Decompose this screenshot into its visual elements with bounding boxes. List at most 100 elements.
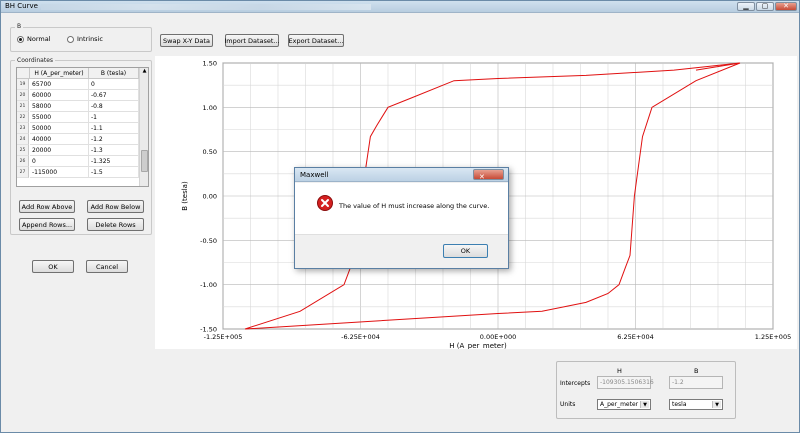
radio-unselected-icon: [67, 35, 74, 43]
dialog-title-bar: Maxwell ✕: [295, 168, 508, 182]
maximize-icon: ▢: [761, 2, 769, 10]
row-number[interactable]: 27: [17, 167, 29, 178]
dialog-close-button[interactable]: ✕: [473, 169, 504, 181]
bh-curve-window: BH Curve ▁ ▢ ✕ B Normal Intrinsic Swap X…: [0, 0, 800, 433]
add-row-above-button[interactable]: Add Row Above: [19, 200, 75, 213]
dropdown-arrow-icon: ▼: [640, 401, 649, 408]
row-number[interactable]: 19: [17, 79, 29, 90]
y-tick-label: 1.00: [203, 104, 217, 112]
y-tick-label: -1.00: [200, 281, 217, 289]
window-title: BH Curve: [5, 2, 38, 10]
intrinsic-radio[interactable]: Intrinsic: [67, 35, 103, 43]
row-number[interactable]: 22: [17, 112, 29, 123]
add-row-below-button[interactable]: Add Row Below: [87, 200, 144, 213]
h-cell[interactable]: 65700: [30, 79, 89, 90]
h-units-value: A_per_meter: [600, 401, 639, 408]
import-dataset-button[interactable]: Import Dataset...: [224, 34, 280, 47]
dialog-message: The value of H must increase along the c…: [339, 202, 490, 210]
b-cell[interactable]: -1.1: [89, 123, 139, 134]
append-rows-button[interactable]: Append Rows...: [19, 218, 75, 231]
close-window-button[interactable]: ✕: [775, 2, 797, 11]
title-bar-blurred-text: [41, 4, 371, 10]
y-tick-label: 0.50: [203, 148, 217, 156]
dropdown-arrow-icon: ▼: [712, 401, 721, 408]
y-tick-label: -1.50: [200, 326, 217, 334]
normal-radio[interactable]: Normal: [17, 35, 51, 43]
maxwell-error-dialog: Maxwell ✕ The value of H must increase a…: [294, 167, 509, 269]
ok-button[interactable]: OK: [32, 260, 74, 273]
close-icon: ✕: [479, 173, 485, 181]
intrinsic-radio-label: Intrinsic: [77, 35, 103, 43]
swap-xy-data-button[interactable]: Swap X-Y Data: [160, 34, 213, 47]
export-dataset-button[interactable]: Export Dataset...: [288, 34, 344, 47]
coordinates-table: H (A_per_meter) B (tesla) 19 65700 0 20 6000…: [16, 67, 149, 187]
units-label: Units: [560, 401, 576, 408]
h-cell[interactable]: 0: [30, 156, 89, 167]
radio-selected-icon: [17, 35, 24, 43]
title-bar: BH Curve ▁ ▢ ✕: [1, 1, 799, 13]
scrollbar-thumb[interactable]: [141, 150, 148, 172]
scroll-up-icon[interactable]: ▲: [140, 68, 148, 77]
b-cell[interactable]: -0.67: [89, 90, 139, 101]
minimize-icon: ▁: [743, 2, 749, 10]
h-cell[interactable]: 55000: [30, 112, 89, 123]
b-cell[interactable]: -1.3: [89, 145, 139, 156]
x-tick-label: 6.25E+004: [617, 333, 653, 341]
column-header-b[interactable]: B (tesla): [89, 68, 139, 79]
maximize-button[interactable]: ▢: [756, 2, 774, 11]
b-cell[interactable]: -1.325: [89, 156, 139, 167]
row-number[interactable]: 25: [17, 145, 29, 156]
x-tick-label: -6.25E+004: [341, 333, 380, 341]
dialog-title: Maxwell: [300, 171, 329, 179]
row-number[interactable]: 24: [17, 134, 29, 145]
h-cell[interactable]: -115000: [30, 167, 89, 178]
row-number[interactable]: 21: [17, 101, 29, 112]
y-tick-label: 1.50: [203, 60, 217, 68]
x-tick-label: 1.25E+005: [755, 333, 791, 341]
intercepts-groupbox: H B Intercepts -109305.1506316 -1.2 Unit…: [556, 361, 736, 419]
row-number[interactable]: 23: [17, 123, 29, 134]
dialog-body: The value of H must increase along the c…: [295, 183, 508, 234]
dialog-ok-button[interactable]: OK: [443, 244, 488, 258]
b-cell[interactable]: -1.2: [89, 134, 139, 145]
h-cell[interactable]: 60000: [30, 90, 89, 101]
y-axis-label: B (tesla): [181, 181, 189, 211]
h-cell[interactable]: 58000: [30, 101, 89, 112]
row-number[interactable]: 26: [17, 156, 29, 167]
b-groupbox: B Normal Intrinsic: [10, 23, 152, 52]
intercept-b-header: B: [694, 367, 699, 375]
intercept-h-header: H: [617, 367, 622, 375]
intercepts-label: Intercepts: [560, 380, 591, 387]
x-tick-label: -1.25E+005: [204, 333, 243, 341]
error-icon: [317, 195, 333, 211]
h-cell[interactable]: 50000: [30, 123, 89, 134]
b-cell[interactable]: -1.5: [89, 167, 139, 178]
table-corner-header: [17, 68, 30, 79]
table-vertical-scrollbar[interactable]: ▲: [139, 68, 148, 186]
y-tick-label: 0.00: [203, 193, 217, 201]
row-number[interactable]: 20: [17, 90, 29, 101]
h-intercept-field: -109305.1506316: [597, 376, 654, 389]
column-header-h[interactable]: H (A_per_meter): [30, 68, 89, 79]
x-axis-label: H (A_per_meter): [449, 342, 507, 349]
h-cell[interactable]: 40000: [30, 134, 89, 145]
cancel-button[interactable]: Cancel: [86, 260, 128, 273]
coordinates-groupbox: Coordinates H (A_per_meter) B (tesla) 19…: [10, 57, 152, 235]
y-tick-label: -0.50: [200, 237, 217, 245]
b-cell[interactable]: 0: [89, 79, 139, 90]
b-group-label: B: [15, 23, 24, 30]
b-cell[interactable]: -0.8: [89, 101, 139, 112]
b-cell[interactable]: -1: [89, 112, 139, 123]
coordinates-label: Coordinates: [15, 57, 56, 64]
normal-radio-label: Normal: [27, 35, 51, 43]
delete-rows-button[interactable]: Delete Rows: [87, 218, 144, 231]
b-intercept-field: -1.2: [669, 376, 723, 389]
x-tick-label: 0.00E+000: [480, 333, 516, 341]
b-units-value: tesla: [672, 401, 687, 408]
minimize-button[interactable]: ▁: [737, 2, 755, 11]
h-units-select[interactable]: A_per_meter ▼: [597, 399, 651, 410]
h-cell[interactable]: 20000: [30, 145, 89, 156]
b-units-select[interactable]: tesla ▼: [669, 399, 723, 410]
close-icon: ✕: [783, 2, 789, 10]
dialog-footer: OK: [295, 234, 508, 268]
